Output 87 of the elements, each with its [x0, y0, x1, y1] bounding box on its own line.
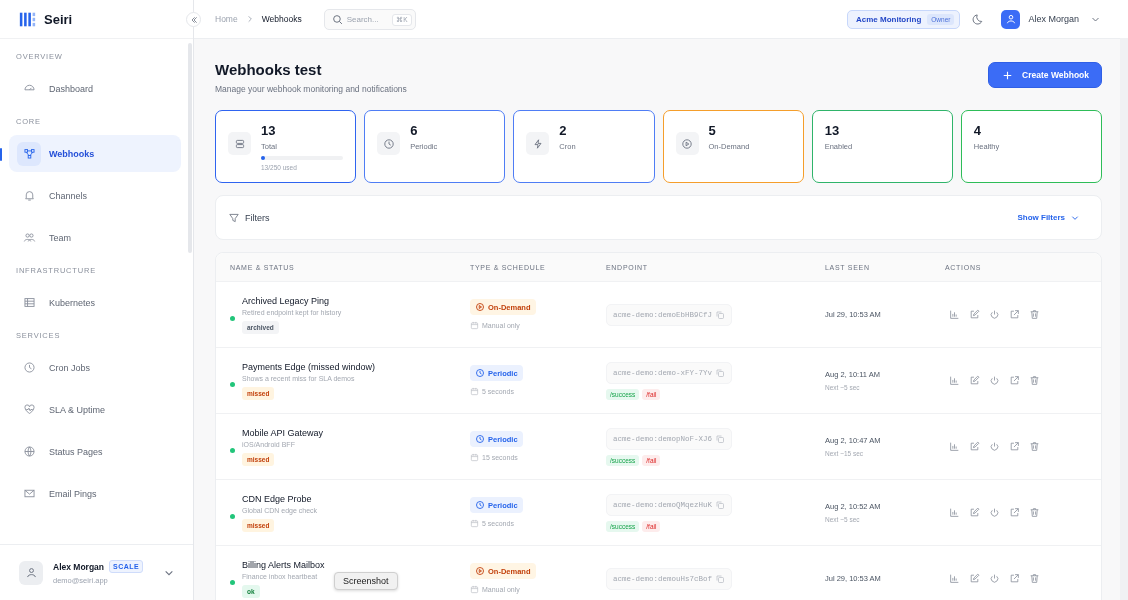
stats-icon[interactable]	[949, 507, 960, 518]
calendar-icon	[470, 519, 479, 528]
stat-value: 2	[559, 123, 568, 138]
calendar-icon	[470, 387, 479, 396]
play-icon	[675, 132, 699, 155]
stat-value: 13	[261, 123, 277, 138]
search-icon	[331, 13, 343, 25]
filter-icon	[228, 211, 240, 224]
copy-icon[interactable]	[715, 433, 726, 444]
lightning-icon	[526, 132, 550, 155]
stat-value: 5	[708, 123, 717, 138]
external-link-icon[interactable]	[1009, 375, 1020, 386]
sidebar-item[interactable]: Team	[9, 219, 181, 256]
stat-value: 4	[973, 123, 983, 138]
delete-icon[interactable]	[1029, 507, 1040, 518]
power-icon[interactable]	[989, 375, 1000, 386]
webhook-name: Mobile API Gateway	[242, 427, 324, 438]
table-icon	[22, 296, 36, 309]
external-link-icon[interactable]	[1009, 441, 1020, 452]
clock-icon	[22, 361, 36, 374]
sidebar-item[interactable]: Status Pages	[9, 433, 181, 470]
stats-icon[interactable]	[949, 441, 960, 452]
delete-icon[interactable]	[1029, 441, 1040, 452]
stats-icon[interactable]	[949, 309, 960, 320]
delete-icon[interactable]	[1029, 573, 1040, 584]
show-filters-button[interactable]: Show Filters	[1015, 211, 1081, 224]
chevron-down-icon	[1071, 213, 1079, 222]
edit-icon[interactable]	[969, 573, 980, 584]
sidebar-item[interactable]: Channels	[9, 177, 181, 214]
sidebar-item[interactable]: SLA & Uptime	[9, 391, 181, 428]
user-name[interactable]: Alex Morgan	[1028, 14, 1079, 24]
copy-icon[interactable]	[715, 573, 726, 584]
delete-icon[interactable]	[1029, 309, 1040, 320]
calendar-icon	[470, 321, 479, 330]
external-link-icon[interactable]	[1009, 507, 1020, 518]
page-title: Webhooks test	[215, 61, 323, 78]
copy-icon[interactable]	[715, 367, 726, 378]
edit-icon[interactable]	[969, 309, 980, 320]
stats-icon[interactable]	[949, 375, 960, 386]
tooltip: Screenshot	[334, 572, 398, 590]
page-subtitle: Manage your webhook monitoring and notifications	[215, 84, 407, 94]
external-link-icon[interactable]	[1009, 573, 1020, 584]
delete-icon[interactable]	[1029, 375, 1040, 386]
bell-icon	[22, 189, 36, 202]
globe-icon	[22, 445, 36, 458]
stats-icon[interactable]	[949, 573, 960, 584]
app-name: Seiri	[44, 11, 73, 27]
clock-icon	[377, 132, 401, 155]
stat-value: 6	[410, 123, 419, 138]
breadcrumb-link[interactable]: Webhooks	[261, 14, 302, 24]
edit-icon[interactable]	[969, 507, 980, 518]
network-icon	[22, 147, 36, 160]
logo-icon	[19, 10, 36, 28]
webhook-name: Billing Alerts Mailbox	[242, 559, 325, 570]
chevron-right-icon	[245, 15, 254, 23]
calendar-icon	[470, 453, 479, 462]
copy-icon[interactable]	[715, 309, 726, 320]
power-icon[interactable]	[989, 507, 1000, 518]
account-name: Alex Morgan	[53, 561, 104, 572]
webhook-name: Archived Legacy Ping	[242, 295, 330, 306]
plus-icon	[1003, 70, 1013, 80]
active-indicator	[0, 147, 2, 161]
stack-icon	[228, 132, 251, 155]
edit-icon[interactable]	[969, 375, 980, 386]
sidebar-item[interactable]: Kubernetes	[9, 284, 181, 321]
webhook-name: Payments Edge (missed window)	[242, 361, 376, 372]
power-icon[interactable]	[989, 309, 1000, 320]
double-chevron-icon	[189, 15, 198, 24]
stat-value: 13	[824, 123, 841, 138]
sidebar-item[interactable]: Dashboard	[9, 70, 181, 107]
heart-icon	[22, 403, 36, 416]
sidebar-item[interactable]: Email Pings	[9, 475, 181, 512]
mail-icon	[22, 487, 36, 500]
create-webhook-button[interactable]: Create Webhook	[988, 62, 1102, 88]
people-icon	[22, 231, 36, 244]
filters-label: Filters	[245, 212, 270, 223]
user-avatar-icon[interactable]	[1001, 9, 1021, 29]
sidebar-item[interactable]: Webhooks	[9, 135, 181, 172]
copy-icon[interactable]	[715, 499, 726, 510]
calendar-icon	[470, 585, 479, 594]
power-icon[interactable]	[989, 441, 1000, 452]
edit-icon[interactable]	[969, 441, 980, 452]
power-icon[interactable]	[989, 573, 1000, 584]
external-link-icon[interactable]	[1009, 309, 1020, 320]
sidebar-item[interactable]: Cron Jobs	[9, 349, 181, 386]
avatar-icon	[19, 560, 43, 585]
webhook-name: CDN Edge Probe	[242, 493, 312, 504]
